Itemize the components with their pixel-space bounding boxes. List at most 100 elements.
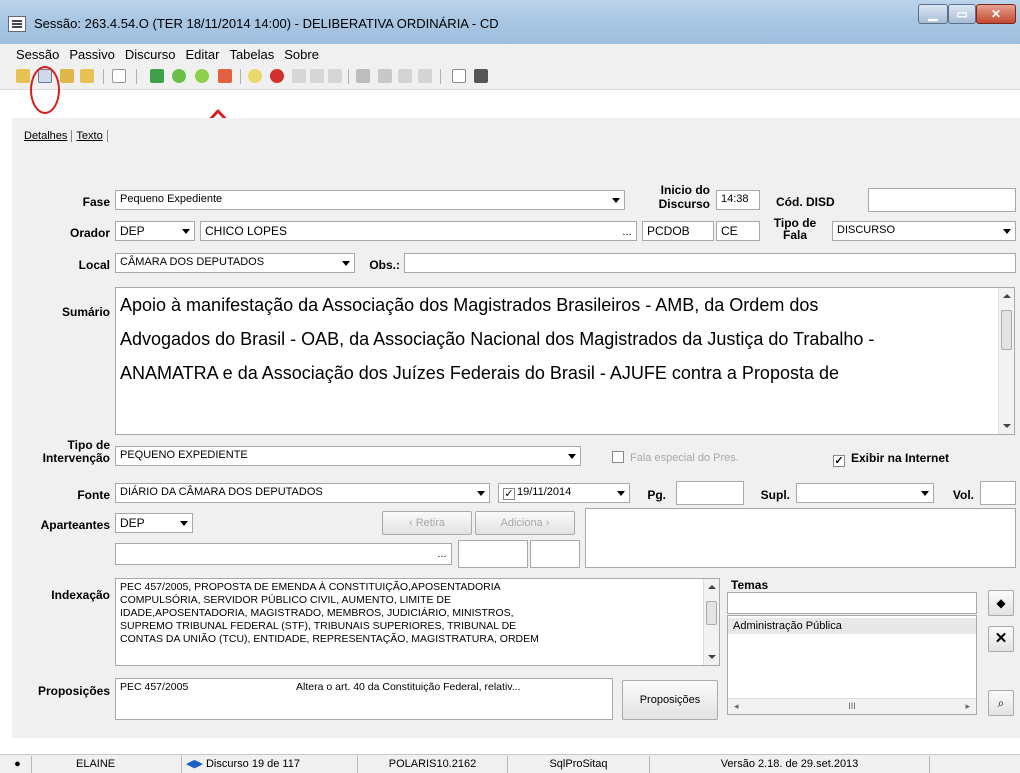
sumario-label: Sumário (61, 305, 110, 319)
close-button[interactable]: ✕ (976, 4, 1016, 24)
orador-label: Orador (69, 226, 110, 240)
status-server: POLARIS10.2162 (358, 756, 508, 773)
exibir-internet-checkbox[interactable]: ✓ Exibir na Internet (833, 451, 949, 467)
green-dot-icon[interactable] (195, 69, 209, 83)
italic-icon (310, 69, 324, 83)
maximize-button[interactable]: ▭ (948, 4, 976, 24)
vol-field[interactable] (980, 481, 1016, 505)
proposicao-ementa: Altera o art. 40 da Constituição Federal… (296, 681, 521, 693)
print-icon[interactable] (474, 69, 488, 83)
folder-icon[interactable] (60, 69, 74, 83)
aparteantes-label: Aparteantes (40, 518, 110, 532)
find-icon[interactable] (356, 69, 370, 83)
sumario-scrollbar[interactable] (998, 288, 1014, 434)
aparteante-nome-field[interactable]: ... (115, 543, 452, 565)
supl-select[interactable] (796, 483, 934, 503)
aparteantes-tipo-select[interactable]: DEP (115, 513, 193, 533)
aparteantes-list[interactable] (585, 508, 1016, 568)
orador-tipo-value: DEP (120, 224, 145, 238)
properties-icon[interactable] (452, 69, 466, 83)
green-circle-icon[interactable] (172, 69, 186, 83)
exibir-internet-check-box[interactable]: ✓ (833, 455, 845, 467)
retira-button[interactable]: ‹ Retira (382, 511, 472, 535)
chevron-down-icon[interactable] (999, 222, 1015, 240)
window-title: Sessão: 263.4.54.O (TER 18/11/2014 14:00… (34, 16, 499, 31)
user-icon: ● (4, 756, 32, 773)
green-record-icon[interactable] (150, 69, 164, 83)
obs-label: Obs.: (369, 258, 400, 272)
adiciona-button[interactable]: Adiciona › (475, 511, 575, 535)
tipo-intervencao-select[interactable]: PEQUENO EXPEDIENTE (115, 446, 581, 466)
temas-list[interactable]: Administração Pública ◂ III ▸ (727, 615, 977, 715)
fonte-date-picker[interactable]: ✓ 19/11/2014 (498, 483, 630, 503)
temas-hscrollbar[interactable]: ◂ III ▸ (728, 698, 976, 714)
fonte-select[interactable]: DIÁRIO DA CÂMARA DOS DEPUTADOS (115, 483, 490, 503)
menu-tabelas[interactable]: Tabelas (229, 47, 274, 62)
chevron-down-icon[interactable] (613, 484, 629, 502)
obs-field[interactable] (404, 253, 1016, 273)
tab-texto[interactable]: Texto (72, 130, 108, 142)
proposicoes-list[interactable]: PEC 457/2005 Altera o art. 40 da Constit… (115, 678, 613, 720)
pg-label: Pg. (647, 488, 666, 502)
fase-select[interactable]: Pequeno Expediente (115, 190, 625, 210)
minimize-button[interactable]: ▁ (918, 4, 948, 24)
orador-tipo-select[interactable]: DEP (115, 221, 195, 241)
scroll-up-icon (708, 585, 716, 589)
undo-icon (398, 69, 412, 83)
menu-sessao[interactable]: Sessão (16, 47, 59, 62)
proposicao-numero: PEC 457/2005 (120, 681, 189, 693)
chevron-down-icon[interactable] (564, 447, 580, 465)
chevron-down-icon[interactable] (176, 514, 192, 532)
temas-input[interactable] (727, 592, 977, 614)
chevron-down-icon[interactable] (608, 191, 624, 209)
aparteante-search-button[interactable]: ... (433, 544, 451, 564)
proposicoes-button[interactable]: Proposições (622, 680, 718, 720)
inicio-discurso-field[interactable]: 14:38 (716, 190, 760, 210)
indexacao-scrollbar[interactable] (703, 579, 719, 665)
open-folder-icon[interactable] (80, 69, 94, 83)
tipo-fala-select[interactable]: DISCURSO (832, 221, 1016, 241)
stop-icon[interactable] (218, 69, 232, 83)
chevron-down-icon[interactable] (338, 254, 354, 272)
scroll-up-icon (1003, 294, 1011, 298)
highlight-circle-annotation (30, 66, 60, 114)
indexacao-textarea[interactable]: PEC 457/2005, PROPOSTA DE EMENDA À CONST… (115, 578, 720, 666)
orador-search-button[interactable]: ... (618, 222, 636, 240)
app-icon (8, 16, 26, 32)
status-discurso[interactable]: ◀▶ Discurso 19 de 117 (182, 756, 358, 773)
indexacao-line: CONTAS DA UNIÃO (TCU), ENTIDADE, REPRESE… (120, 633, 539, 645)
temas-list-item[interactable]: Administração Pública (728, 618, 976, 634)
add-tema-button[interactable]: ◆ (988, 590, 1014, 616)
menu-bar: Sessão Passivo Discurso Editar Tabelas S… (0, 44, 1020, 64)
cod-disd-field[interactable] (868, 188, 1016, 212)
chevron-down-icon[interactable] (178, 222, 194, 240)
title-bar: Sessão: 263.4.54.O (TER 18/11/2014 14:00… (0, 0, 1020, 44)
supl-label: Supl. (760, 488, 790, 502)
orador-nome-field[interactable]: CHICO LOPES ... (200, 221, 637, 241)
cancel-icon[interactable] (270, 69, 284, 83)
tab-strip: Detalhes Texto (20, 130, 108, 142)
local-label: Local (78, 258, 110, 272)
menu-editar[interactable]: Editar (185, 47, 219, 62)
pg-field[interactable] (676, 481, 744, 505)
aparteante-partido-field (458, 540, 528, 568)
local-select[interactable]: CÂMARA DOS DEPUTADOS (115, 253, 355, 273)
toolbar (0, 64, 1020, 90)
chevron-down-icon[interactable] (473, 484, 489, 502)
menu-discurso[interactable]: Discurso (125, 47, 176, 62)
menu-sobre[interactable]: Sobre (284, 47, 319, 62)
search-tema-button[interactable]: ⌕ (988, 690, 1014, 716)
bulb-icon[interactable] (248, 69, 262, 83)
fala-especial-label: Fala especial do Pres. (630, 452, 739, 464)
menu-passivo[interactable]: Passivo (69, 47, 115, 62)
chevron-down-icon[interactable] (917, 484, 933, 502)
tab-detalhes[interactable]: Detalhes (20, 130, 73, 142)
tipo-fala-value: DISCURSO (837, 224, 896, 236)
sumario-line: ANAMATRA e da Associação dos Juízes Fede… (120, 363, 839, 383)
new-document-icon[interactable] (112, 69, 126, 83)
fonte-date-check[interactable]: ✓ (503, 488, 515, 500)
sumario-textarea[interactable]: Apoio à manifestação da Associação dos M… (115, 287, 1015, 435)
folder-open-icon[interactable] (16, 69, 30, 83)
remove-tema-button[interactable]: ✕ (988, 626, 1014, 652)
status-db: SqlProSitaq (508, 756, 650, 773)
